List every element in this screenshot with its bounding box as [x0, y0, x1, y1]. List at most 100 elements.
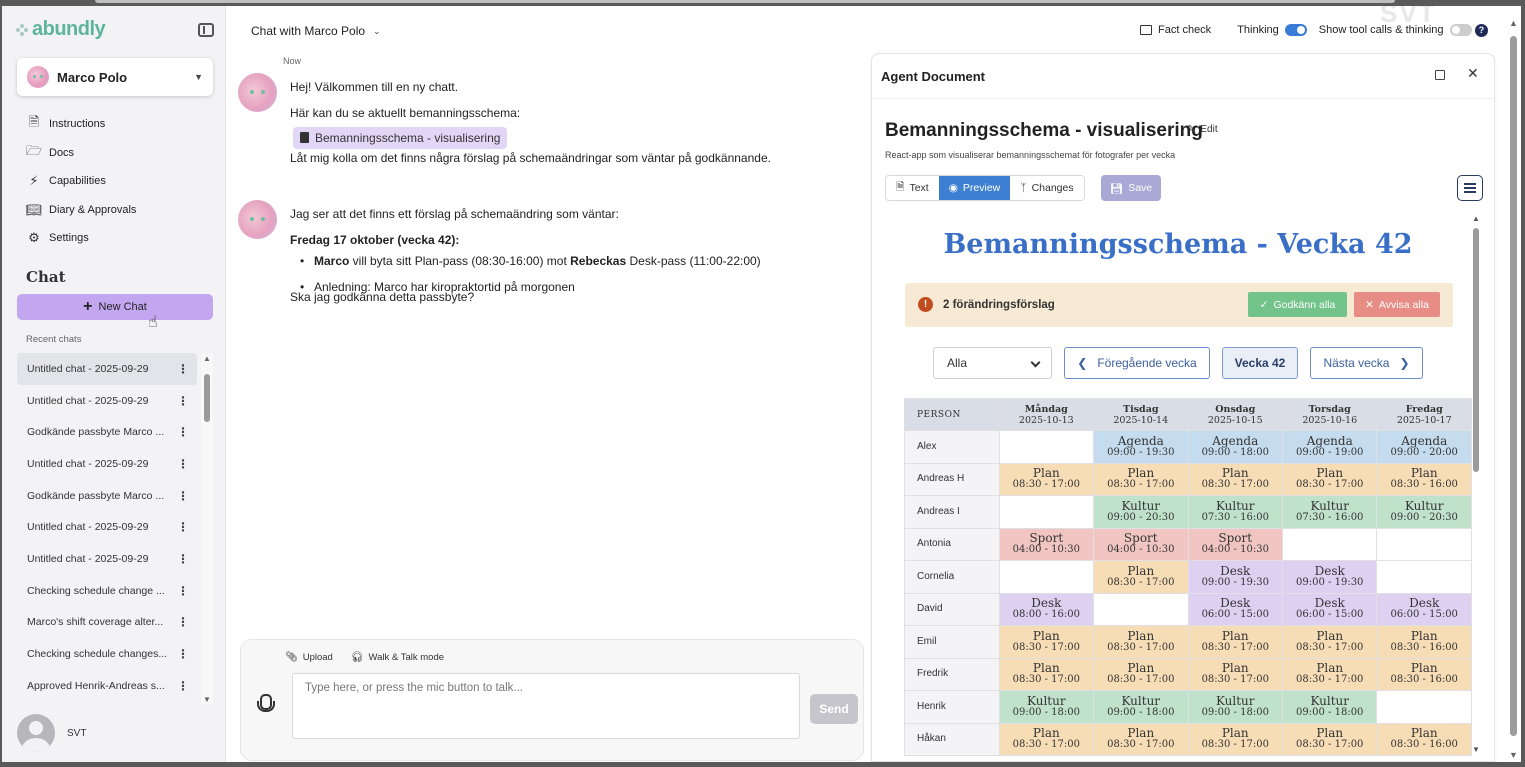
shift-cell[interactable]: Plan 08:30 - 17:00 — [1281, 722, 1378, 756]
current-week-button[interactable]: Vecka 42 — [1222, 347, 1298, 379]
more-options-icon[interactable]: ⋮ — [177, 615, 189, 629]
shift-cell[interactable]: Plan 08:30 - 17:00 — [1187, 462, 1284, 496]
expand-icon[interactable] — [1435, 70, 1445, 80]
shift-cell[interactable]: Plan 08:30 - 17:00 — [1187, 722, 1284, 756]
previous-week-button[interactable]: ❮ Föregående vecka — [1064, 347, 1210, 379]
empty-shift-cell[interactable] — [1376, 527, 1472, 561]
chat-title-dropdown[interactable]: Chat with Marco Polo ⌄ — [251, 24, 381, 38]
recent-chat-item[interactable]: Untitled chat - 2025-09-29 ⋮ — [17, 385, 197, 417]
more-options-icon[interactable]: ⋮ — [177, 457, 189, 471]
sidebar-item-settings[interactable]: ⚙ Settings — [26, 224, 136, 253]
recent-chat-item[interactable]: Untitled chat - 2025-09-29 ⋮ — [17, 448, 197, 480]
recent-chat-item[interactable]: Untitled chat - 2025-09-29 ⋮ — [17, 511, 197, 543]
empty-shift-cell[interactable] — [998, 495, 1095, 529]
scroll-up-icon[interactable]: ▲ — [1472, 214, 1480, 223]
thinking-toggle[interactable] — [1284, 24, 1307, 36]
help-icon[interactable]: ? — [1475, 24, 1488, 37]
sidebar-item-instructions[interactable]: 🗎 Instructions — [26, 110, 136, 139]
recent-chat-item[interactable]: Untitled chat - 2025-09-29 ⋮ — [17, 543, 197, 575]
shift-cell[interactable]: Desk 09:00 - 19:30 — [1187, 560, 1284, 594]
shift-cell[interactable]: Agenda 09:00 - 18:00 — [1187, 430, 1284, 464]
shift-cell[interactable]: Kultur 09:00 - 18:00 — [1093, 690, 1189, 724]
empty-shift-cell[interactable] — [1376, 560, 1472, 594]
shift-cell[interactable]: Sport 04:00 - 10:30 — [998, 527, 1095, 561]
message-input[interactable]: Type here, or press the mic button to ta… — [292, 673, 800, 739]
shift-cell[interactable]: Desk 09:00 - 19:30 — [1281, 560, 1378, 594]
new-chat-button[interactable]: + New Chat — [17, 294, 213, 320]
shift-cell[interactable]: Plan 08:30 - 17:00 — [998, 625, 1095, 659]
next-week-button[interactable]: Nästa vecka ❯ — [1310, 347, 1423, 379]
shift-cell[interactable]: Plan 08:30 - 16:00 — [1376, 722, 1472, 756]
logo[interactable]: abundly — [16, 18, 106, 41]
shift-cell[interactable]: Agenda 09:00 - 20:00 — [1376, 430, 1472, 464]
more-options-icon[interactable]: ⋮ — [177, 394, 189, 408]
user-profile[interactable]: SVT — [17, 714, 86, 752]
scroll-down-icon[interactable]: ▼ — [1472, 745, 1480, 754]
edit-title-button[interactable]: ✎ Edit — [1187, 124, 1218, 135]
upload-button[interactable]: 📎︎ Upload — [285, 652, 333, 663]
recent-chat-item[interactable]: Untitled chat - 2025-09-29 ⋮ — [17, 353, 197, 385]
shift-cell[interactable]: Plan 08:30 - 17:00 — [1187, 657, 1284, 691]
sidebar-item-docs[interactable]: 🗁 Docs — [26, 139, 136, 168]
more-options-icon[interactable]: ⋮ — [177, 362, 189, 376]
shift-cell[interactable]: Plan 08:30 - 17:00 — [1281, 625, 1378, 659]
shift-cell[interactable]: Desk 06:00 - 15:00 — [1281, 592, 1378, 626]
shift-cell[interactable]: Desk 06:00 - 15:00 — [1187, 592, 1284, 626]
shift-cell[interactable]: Sport 04:00 - 10:30 — [1093, 527, 1189, 561]
recent-chat-item[interactable]: Marco's shift coverage alter... ⋮ — [17, 607, 197, 639]
empty-shift-cell[interactable] — [1376, 690, 1472, 724]
shift-cell[interactable]: Plan 08:30 - 17:00 — [1093, 722, 1189, 756]
fact-check-button[interactable]: Fact check — [1140, 24, 1211, 36]
document-menu-button[interactable] — [1457, 175, 1483, 201]
shift-cell[interactable]: Plan 08:30 - 17:00 — [1093, 657, 1189, 691]
save-button[interactable]: 💾︎ Save — [1101, 175, 1161, 201]
scrollbar-thumb[interactable] — [1510, 36, 1517, 736]
shift-cell[interactable]: Agenda 09:00 - 19:30 — [1093, 430, 1189, 464]
more-options-icon[interactable]: ⋮ — [177, 520, 189, 534]
more-options-icon[interactable]: ⋮ — [177, 679, 189, 693]
shift-cell[interactable]: Plan 08:30 - 17:00 — [998, 722, 1095, 756]
shift-cell[interactable]: Plan 08:30 - 17:00 — [1093, 560, 1189, 594]
recent-chat-item[interactable]: Checking schedule changes... ⋮ — [17, 638, 197, 670]
tab-preview[interactable]: ◉ Preview — [938, 176, 1011, 200]
scroll-down-icon[interactable]: ▼ — [203, 695, 211, 704]
approve-all-button[interactable]: ✓ Godkänn alla — [1248, 292, 1347, 317]
document-scrollbar[interactable]: ▲ ▼ — [1469, 214, 1483, 754]
more-options-icon[interactable]: ⋮ — [177, 647, 189, 661]
collapse-sidebar-icon[interactable] — [198, 23, 214, 37]
show-tools-toggle[interactable] — [1449, 24, 1472, 36]
recent-chat-item[interactable]: Approved Henrik-Andreas s... ⋮ — [17, 670, 197, 702]
more-options-icon[interactable]: ⋮ — [177, 489, 189, 503]
shift-cell[interactable]: Plan 08:30 - 17:00 — [1281, 657, 1378, 691]
shift-cell[interactable]: Plan 08:30 - 17:00 — [1281, 462, 1378, 496]
sidebar-item-capabilities[interactable]: ⚡︎ Capabilities — [26, 167, 136, 196]
tab-changes[interactable]: ᛉ Changes — [1010, 176, 1084, 200]
shift-cell[interactable]: Kultur 09:00 - 20:30 — [1376, 495, 1472, 529]
empty-shift-cell[interactable] — [998, 560, 1095, 594]
shift-cell[interactable]: Plan 08:30 - 16:00 — [1376, 625, 1472, 659]
shift-cell[interactable]: Plan 08:30 - 16:00 — [1376, 462, 1472, 496]
scrollbar-thumb[interactable] — [204, 374, 210, 422]
shift-cell[interactable]: Kultur 09:00 - 18:00 — [1187, 690, 1284, 724]
shift-cell[interactable]: Plan 08:30 - 17:00 — [1187, 625, 1284, 659]
agent-selector[interactable]: Marco Polo ▼ — [17, 58, 213, 96]
scroll-up-icon[interactable]: ▲ — [1509, 18, 1518, 28]
window-scrollbar[interactable]: ▲ ▼ — [1507, 12, 1521, 762]
recent-chat-item[interactable]: Godkände passbyte Marco ... ⋮ — [17, 480, 197, 512]
empty-shift-cell[interactable] — [1281, 527, 1378, 561]
shift-cell[interactable]: Plan 08:30 - 17:00 — [998, 657, 1095, 691]
shift-cell[interactable]: Desk 06:00 - 15:00 — [1376, 592, 1472, 626]
shift-cell[interactable]: Plan 08:30 - 16:00 — [1376, 657, 1472, 691]
shift-cell[interactable]: Desk 08:00 - 16:00 — [998, 592, 1095, 626]
empty-shift-cell[interactable] — [1093, 592, 1189, 626]
recent-chats-scrollbar[interactable]: ▲ ▼ — [201, 354, 213, 704]
close-icon[interactable]: ✕ — [1467, 65, 1479, 82]
reject-all-button[interactable]: ✕ Avvisa alla — [1354, 292, 1440, 317]
document-link-chip[interactable]: Bemanningsschema - visualisering — [293, 126, 508, 149]
microphone-icon[interactable] — [256, 694, 275, 716]
more-options-icon[interactable]: ⋮ — [177, 425, 189, 439]
tab-text[interactable]: 🗎 Text — [886, 176, 939, 200]
shift-cell[interactable]: Sport 04:00 - 10:30 — [1187, 527, 1284, 561]
empty-shift-cell[interactable] — [998, 430, 1095, 464]
more-options-icon[interactable]: ⋮ — [177, 552, 189, 566]
